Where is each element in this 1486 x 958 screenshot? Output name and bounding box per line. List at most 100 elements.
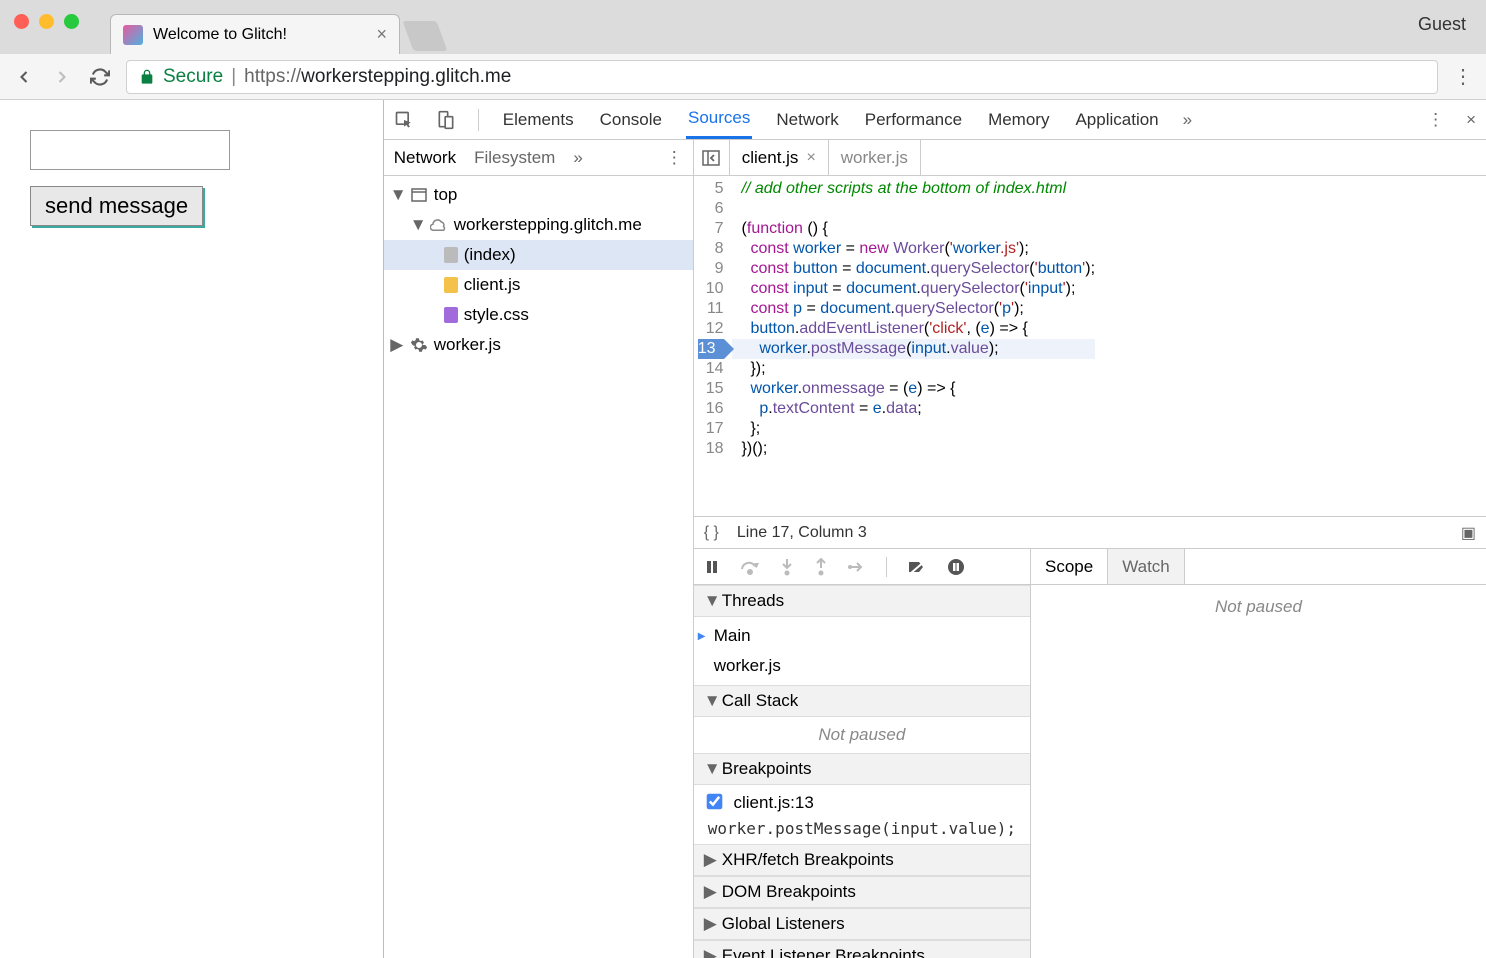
pause-button[interactable] — [704, 559, 720, 575]
tree-file-label: client.js — [464, 275, 521, 295]
step-button[interactable] — [848, 560, 866, 574]
url-host: workerstepping.glitch.me — [301, 66, 511, 87]
callstack-header[interactable]: ▼Call Stack — [694, 685, 1030, 717]
coverage-icon[interactable]: ▣ — [1461, 523, 1476, 543]
url-field[interactable]: Secure | https://workerstepping.glitch.m… — [126, 60, 1438, 94]
breakpoint-checkbox[interactable] — [706, 794, 722, 810]
favicon-icon — [123, 25, 143, 45]
tree-file-label: style.css — [464, 305, 529, 325]
address-bar: Secure | https://workerstepping.glitch.m… — [0, 54, 1486, 100]
tree-file-clientjs[interactable]: client.js — [384, 270, 693, 300]
browser-menu-icon[interactable]: ⋮ — [1452, 64, 1474, 89]
back-button[interactable] — [12, 65, 36, 89]
file-tree: ▼ top ▼ workerstepping.glitch.me (index) — [384, 176, 693, 958]
tab-strip: Welcome to Glitch! × — [110, 0, 442, 54]
scope-state: Not paused — [1031, 585, 1486, 629]
devtools-panel: Elements Console Sources Network Perform… — [384, 100, 1486, 958]
new-tab-button[interactable] — [403, 21, 448, 51]
breakpoint-item[interactable]: client.js:13 — [694, 789, 1030, 817]
callstack-state: Not paused — [694, 717, 1030, 753]
browser-tab[interactable]: Welcome to Glitch! × — [110, 14, 400, 54]
tree-domain-label: workerstepping.glitch.me — [454, 215, 642, 235]
tree-top-label: top — [434, 185, 458, 205]
navigator-menu-icon[interactable]: ⋮ — [666, 148, 683, 168]
more-tabs-icon[interactable]: » — [1183, 110, 1192, 130]
navigator-more-icon[interactable]: » — [573, 148, 582, 168]
file-tab-label: client.js — [742, 148, 799, 168]
window-controls — [14, 14, 79, 29]
navigator-tabs: Network Filesystem » ⋮ — [384, 140, 693, 176]
tree-worker[interactable]: ▶ worker.js — [384, 330, 693, 360]
forward-button[interactable] — [50, 65, 74, 89]
css-file-icon — [444, 307, 458, 323]
file-tab-clientjs[interactable]: client.js × — [730, 140, 829, 175]
file-tab-workerjs[interactable]: worker.js — [829, 140, 921, 175]
devtools-close-icon[interactable]: × — [1466, 110, 1476, 130]
pretty-print-icon[interactable]: { } — [704, 524, 719, 542]
scope-tab[interactable]: Scope — [1031, 549, 1108, 584]
close-tab-icon[interactable]: × — [806, 149, 815, 167]
callstack-label: Call Stack — [722, 691, 799, 711]
devtools-tabs: Elements Console Sources Network Perform… — [384, 100, 1486, 140]
deactivate-breakpoints-button[interactable] — [907, 559, 927, 575]
minimize-window-icon[interactable] — [39, 14, 54, 29]
file-icon — [444, 247, 458, 263]
tab-title: Welcome to Glitch! — [153, 26, 287, 44]
editor-column: client.js × worker.js 567891011121314151… — [694, 140, 1486, 958]
step-into-button[interactable] — [780, 558, 794, 576]
maximize-window-icon[interactable] — [64, 14, 79, 29]
watch-tab[interactable]: Watch — [1108, 549, 1185, 584]
scope-watch-tabs: Scope Watch — [1031, 549, 1486, 585]
threads-header[interactable]: ▼Threads — [694, 585, 1030, 617]
file-tab-bar: client.js × worker.js — [694, 140, 1486, 176]
tab-memory[interactable]: Memory — [986, 102, 1051, 138]
xhr-breakpoints-header[interactable]: ▶XHR/fetch Breakpoints — [694, 844, 1030, 876]
tab-console[interactable]: Console — [598, 102, 664, 138]
tree-top[interactable]: ▼ top — [384, 180, 693, 210]
devtools-menu-icon[interactable]: ⋮ — [1427, 110, 1444, 130]
tab-performance[interactable]: Performance — [863, 102, 964, 138]
navigator-tab-network[interactable]: Network — [394, 148, 456, 168]
reload-button[interactable] — [88, 65, 112, 89]
profile-label[interactable]: Guest — [1418, 14, 1466, 35]
toggle-navigator-icon[interactable] — [694, 140, 730, 175]
thread-worker[interactable]: worker.js — [694, 651, 1030, 681]
tab-network[interactable]: Network — [774, 102, 840, 138]
close-window-icon[interactable] — [14, 14, 29, 29]
debugger-toolbar — [694, 549, 1030, 585]
threads-label: Threads — [722, 591, 784, 611]
pause-exceptions-button[interactable] — [947, 558, 965, 576]
tab-close-icon[interactable]: × — [376, 24, 387, 45]
debugger-left: ▼Threads Main worker.js ▼Call Stack Not … — [694, 549, 1031, 958]
step-over-button[interactable] — [740, 559, 760, 575]
tab-sources[interactable]: Sources — [686, 100, 752, 139]
tree-file-index[interactable]: (index) — [384, 240, 693, 270]
dom-breakpoints-header[interactable]: ▶DOM Breakpoints — [694, 876, 1030, 908]
step-out-button[interactable] — [814, 558, 828, 576]
message-input[interactable] — [30, 130, 230, 170]
editor-status-bar: { } Line 17, Column 3 ▣ — [694, 516, 1486, 548]
event-listener-breakpoints-header[interactable]: ▶Event Listener Breakpoints — [694, 940, 1030, 958]
window-icon — [410, 186, 428, 204]
tree-file-stylecss[interactable]: style.css — [384, 300, 693, 330]
send-message-button[interactable]: send message — [30, 186, 203, 226]
lock-icon — [139, 69, 155, 85]
sources-navigator: Network Filesystem » ⋮ ▼ top ▼ workerste… — [384, 140, 694, 958]
debugger-pane: ▼Threads Main worker.js ▼Call Stack Not … — [694, 548, 1486, 958]
cursor-position: Line 17, Column 3 — [737, 524, 867, 542]
device-toolbar-icon[interactable] — [436, 110, 456, 130]
tree-domain[interactable]: ▼ workerstepping.glitch.me — [384, 210, 693, 240]
cloud-icon — [430, 216, 448, 234]
tab-elements[interactable]: Elements — [501, 102, 576, 138]
secure-label: Secure — [163, 66, 223, 88]
navigator-tab-filesystem[interactable]: Filesystem — [474, 148, 555, 168]
tab-application[interactable]: Application — [1073, 102, 1160, 138]
debugger-right: Scope Watch Not paused — [1031, 549, 1486, 958]
breakpoints-header[interactable]: ▼Breakpoints — [694, 753, 1030, 785]
thread-main[interactable]: Main — [694, 621, 1030, 651]
inspect-element-icon[interactable] — [394, 110, 414, 130]
file-tab-label: worker.js — [841, 148, 908, 168]
global-listeners-header[interactable]: ▶Global Listeners — [694, 908, 1030, 940]
breakpoints-label: Breakpoints — [722, 759, 812, 779]
code-editor[interactable]: 56789101112131415161718 // add other scr… — [694, 176, 1486, 516]
